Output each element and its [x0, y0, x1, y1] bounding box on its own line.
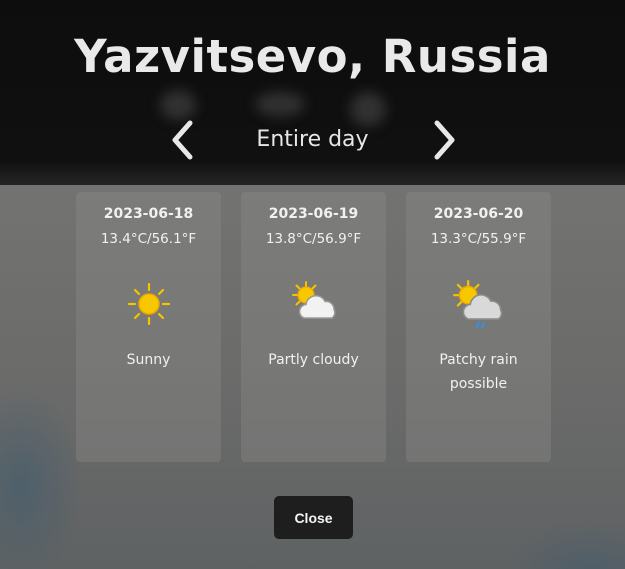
- backdrop-blur: [160, 90, 196, 120]
- forecast-temperature: 13.4°C/56.1°F: [100, 231, 197, 247]
- forecast-date: 2023-06-20: [433, 206, 524, 222]
- backdrop-blur: [255, 92, 305, 116]
- partly-cloudy-icon: [291, 281, 336, 319]
- sun-icon: [127, 282, 170, 326]
- forecast-temperature: 13.3°C/55.9°F: [430, 231, 527, 247]
- close-button[interactable]: Close: [274, 496, 353, 539]
- backdrop-blur: [350, 92, 386, 126]
- patchy-rain-icon: [452, 280, 502, 329]
- chevron-right-icon: [434, 120, 455, 160]
- location-title: Yazvitsevo, Russia: [74, 30, 551, 83]
- forecast-date: 2023-06-18: [103, 206, 194, 222]
- next-period-button[interactable]: [424, 118, 464, 162]
- forecast-date: 2023-06-19: [268, 206, 359, 222]
- forecast-condition: Partly cloudy: [268, 352, 359, 368]
- forecast-card: 2023-06-20 13.3°C/55.9°F Patchy rain pos…: [406, 192, 551, 462]
- forecast-card: 2023-06-19 13.8°C/56.9°F Partly cloudy: [241, 192, 386, 462]
- period-label: Entire day: [256, 127, 369, 152]
- forecast-condition: Sunny: [126, 352, 171, 368]
- forecast-card: 2023-06-18 13.4°C/56.1°F Sunny: [76, 192, 221, 462]
- forecast-condition: Patchy rain possible: [439, 352, 518, 392]
- forecast-temperature: 13.8°C/56.9°F: [265, 231, 362, 247]
- header-backdrop: [0, 0, 625, 190]
